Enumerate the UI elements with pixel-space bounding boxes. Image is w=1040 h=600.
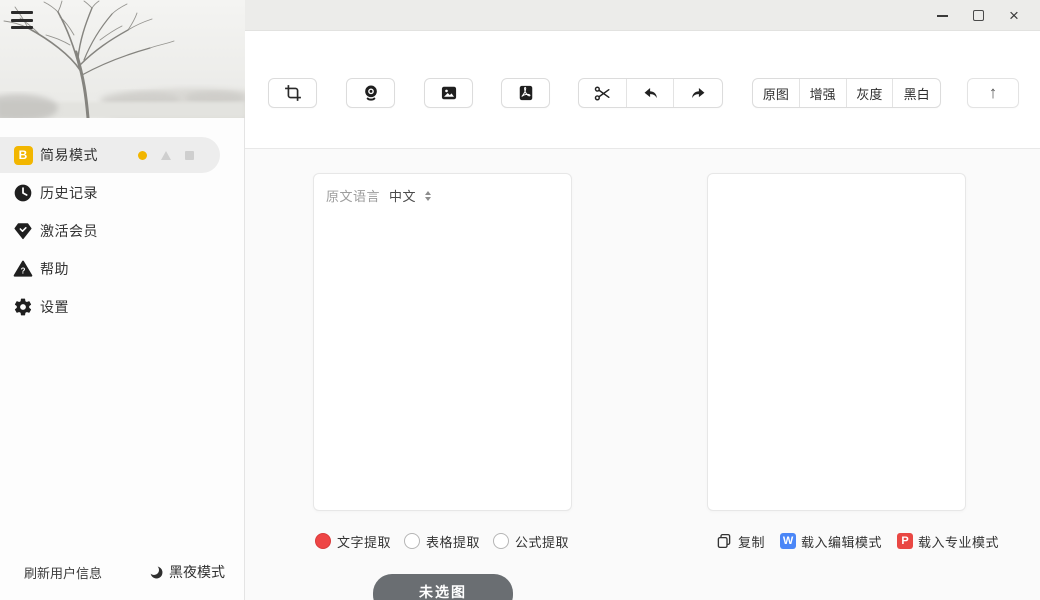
refresh-user-info-link[interactable]: 刷新用户信息 xyxy=(24,563,102,582)
open-image-button[interactable] xyxy=(424,78,473,108)
filter-original-button[interactable]: 原图 xyxy=(753,79,800,107)
maximize-icon xyxy=(972,10,984,21)
clock-icon xyxy=(12,182,34,204)
sidebar-item-help[interactable]: ? 帮助 xyxy=(0,251,245,287)
updown-arrows-icon xyxy=(425,190,432,201)
content-area: 原文语言 中文 文字提取 表格提取 公式提取 复制 W 载入编辑模式 P 载入专… xyxy=(245,149,1040,600)
help-triangle-icon: ? xyxy=(12,258,34,280)
sidebar-item-settings[interactable]: 设置 xyxy=(0,289,245,325)
undo-button[interactable] xyxy=(627,79,675,107)
upload-button[interactable]: ↑ xyxy=(967,78,1019,108)
radio-unselected-icon xyxy=(493,533,510,549)
sidebar-footer: 刷新用户信息 黑夜模式 xyxy=(0,550,245,600)
app-window: B 简易模式 历史记录 激活会员 ? 帮助 设置 刷新用户信息 黑夜模式 × 原… xyxy=(0,0,1040,600)
sidebar-item-label: 历史记录 xyxy=(40,185,98,201)
toolbar: 原图 增强 灰度 黑白 ↑ xyxy=(245,31,1040,149)
close-icon: × xyxy=(1009,6,1019,25)
up-arrow-icon: ↑ xyxy=(988,83,998,102)
svg-text:?: ? xyxy=(21,267,26,276)
minimize-icon xyxy=(936,14,948,17)
filter-bw-button[interactable]: 黑白 xyxy=(893,79,940,107)
language-label: 原文语言 xyxy=(326,189,381,204)
copy-button[interactable]: 复制 xyxy=(715,532,765,551)
pdf-icon xyxy=(519,85,532,101)
dark-mode-toggle[interactable]: 黑夜模式 xyxy=(148,562,225,582)
source-image-panel[interactable]: 原文语言 中文 xyxy=(313,173,572,511)
titlebar[interactable]: × xyxy=(245,0,1040,31)
dark-mode-label: 黑夜模式 xyxy=(169,564,225,580)
open-pdf-button[interactable] xyxy=(501,78,550,108)
gear-icon xyxy=(12,296,34,318)
undo-icon xyxy=(644,87,657,98)
mode-indicators xyxy=(138,137,194,173)
sidebar-banner-photo xyxy=(0,0,245,118)
radio-unselected-icon xyxy=(404,533,421,549)
sidebar-item-label: 简易模式 xyxy=(40,147,98,163)
language-value: 中文 xyxy=(389,189,417,204)
redo-icon xyxy=(691,87,705,98)
filter-enhance-button[interactable]: 增强 xyxy=(800,79,847,107)
filter-grayscale-button[interactable]: 灰度 xyxy=(847,79,894,107)
camera-capture-button[interactable] xyxy=(346,78,395,108)
no-image-selected-button[interactable]: 未选图 xyxy=(373,574,513,600)
radio-text-extract[interactable]: 文字提取 xyxy=(315,532,391,551)
filter-button-group: 原图 增强 灰度 黑白 xyxy=(752,78,941,108)
load-edit-mode-button[interactable]: W 载入编辑模式 xyxy=(780,532,882,551)
close-button[interactable]: × xyxy=(996,0,1032,31)
image-icon xyxy=(441,86,456,100)
word-icon: W xyxy=(780,533,797,549)
sidebar-item-label: 激活会员 xyxy=(40,223,98,239)
load-pro-mode-button[interactable]: P 载入专业模式 xyxy=(897,532,999,551)
sidebar-item-membership[interactable]: 激活会员 xyxy=(0,213,245,249)
language-selector[interactable]: 原文语言 中文 xyxy=(326,186,432,205)
cut-button[interactable] xyxy=(579,79,627,107)
result-action-group: 复制 W 载入编辑模式 P 载入专业模式 xyxy=(715,531,999,551)
moon-icon xyxy=(148,564,163,578)
triangle-indicator-icon[interactable] xyxy=(161,150,171,160)
gem-icon xyxy=(12,220,34,242)
sidebar-item-simple-mode[interactable]: B 简易模式 xyxy=(0,137,220,173)
edit-button-group xyxy=(578,78,723,108)
sidebar-item-label: 帮助 xyxy=(40,261,69,277)
radio-table-extract[interactable]: 表格提取 xyxy=(404,532,480,551)
crop-icon xyxy=(284,85,301,101)
copy-icon xyxy=(717,533,731,549)
redo-button[interactable] xyxy=(674,79,722,107)
sidebar-item-label: 设置 xyxy=(40,299,69,315)
main-area: × 原图 增强 灰度 黑白 ↑ 原文语言 中文 文字提取 表格提取 公式提取 复… xyxy=(245,0,1040,600)
scissors-icon xyxy=(594,86,610,100)
simple-mode-icon: B xyxy=(12,144,34,166)
extract-mode-group: 文字提取 表格提取 公式提取 xyxy=(315,531,569,551)
result-panel[interactable] xyxy=(707,173,966,511)
radio-selected-icon xyxy=(315,533,331,549)
ppt-icon: P xyxy=(897,533,914,549)
window-controls: × xyxy=(924,0,1032,31)
dot-indicator-icon[interactable] xyxy=(138,150,147,160)
maximize-button[interactable] xyxy=(960,0,996,31)
webcam-icon xyxy=(364,85,377,101)
radio-formula-extract[interactable]: 公式提取 xyxy=(493,532,569,551)
menu-icon[interactable] xyxy=(10,9,36,31)
minimize-button[interactable] xyxy=(924,0,960,31)
crop-button[interactable] xyxy=(268,78,317,108)
sidebar: B 简易模式 历史记录 激活会员 ? 帮助 设置 刷新用户信息 黑夜模式 xyxy=(0,0,245,600)
sidebar-item-history[interactable]: 历史记录 xyxy=(0,175,245,211)
square-indicator-icon[interactable] xyxy=(185,150,194,160)
sidebar-menu: B 简易模式 历史记录 激活会员 ? 帮助 设置 xyxy=(0,137,245,327)
tree-landscape-image xyxy=(0,0,245,118)
